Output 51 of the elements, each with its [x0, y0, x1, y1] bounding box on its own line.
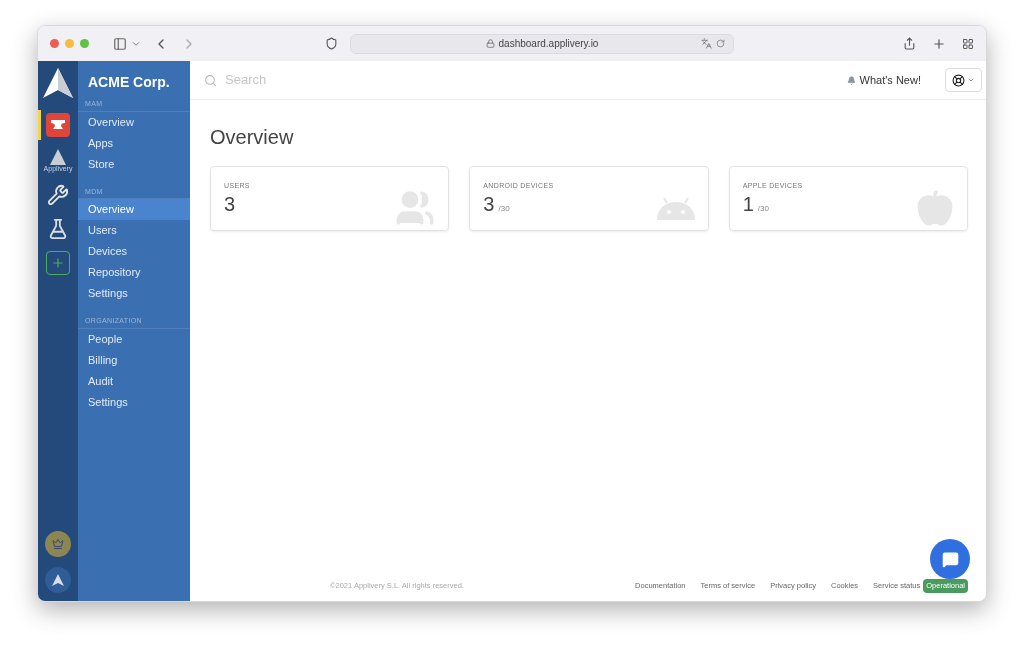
chevron-down-icon: [967, 76, 975, 84]
stat-value: 3: [224, 193, 236, 214]
tools-icon[interactable]: [47, 184, 69, 206]
add-app-button[interactable]: [46, 251, 70, 275]
url-text: dashboard.applivery.io: [498, 37, 599, 51]
crown-icon: [52, 538, 64, 550]
bell-icon: [846, 75, 856, 85]
shield-icon[interactable]: [325, 37, 338, 50]
sidebar-item[interactable]: Overview: [78, 199, 190, 220]
sidebar-item[interactable]: Audit: [78, 370, 190, 392]
sidebar-item[interactable]: People: [78, 328, 190, 350]
lifebuoy-icon: [952, 73, 965, 87]
android-icon: [656, 195, 695, 220]
address-bar[interactable]: dashboard.applivery.io: [350, 33, 734, 54]
chat-icon: [941, 550, 959, 568]
anvil-icon[interactable]: [46, 113, 70, 137]
flask-icon[interactable]: [47, 218, 69, 240]
page-title: Overview: [210, 125, 295, 150]
profile-avatar[interactable]: [45, 567, 71, 593]
crown-avatar[interactable]: [45, 531, 71, 557]
sidebar-item[interactable]: Settings: [78, 283, 190, 304]
new-tab-icon[interactable]: [932, 36, 946, 51]
search-field[interactable]: Search: [225, 70, 525, 90]
sidebar-item[interactable]: Repository: [78, 262, 190, 283]
chat-button[interactable]: [930, 539, 970, 579]
plus-icon: [51, 256, 65, 270]
stat-value: 1: [742, 193, 754, 214]
reload-icon[interactable]: [716, 39, 725, 48]
triangle-logo-icon[interactable]: [43, 68, 73, 98]
stat-value: 3: [483, 193, 495, 214]
lock-icon: [485, 39, 495, 48]
apple-icon: [916, 188, 954, 227]
close-icon[interactable]: [50, 39, 59, 48]
stat-limit: /30: [498, 202, 510, 215]
sidebar-item[interactable]: Apps: [78, 132, 190, 154]
org-name[interactable]: ACME Corp.: [78, 61, 190, 99]
whats-new-link[interactable]: What's New!: [859, 71, 921, 89]
tabs-overview-icon[interactable]: [962, 37, 974, 50]
sidebar-item[interactable]: Overview: [78, 111, 190, 133]
sidebar-item[interactable]: Store: [78, 153, 190, 175]
sidebar-item[interactable]: Devices: [78, 241, 190, 262]
search-icon: [204, 73, 217, 87]
translate-icon[interactable]: [701, 38, 712, 49]
sidebar-item[interactable]: Users: [78, 220, 190, 241]
sidebar-toggle-icon[interactable]: [113, 36, 127, 51]
help-menu-button[interactable]: [945, 68, 982, 92]
sidebar-item[interactable]: Billing: [78, 349, 190, 371]
stat-limit: /30: [757, 202, 769, 215]
triangle-logo-icon[interactable]: [50, 149, 66, 165]
sidebar-item[interactable]: Settings: [78, 391, 190, 413]
share-icon[interactable]: [903, 37, 916, 50]
